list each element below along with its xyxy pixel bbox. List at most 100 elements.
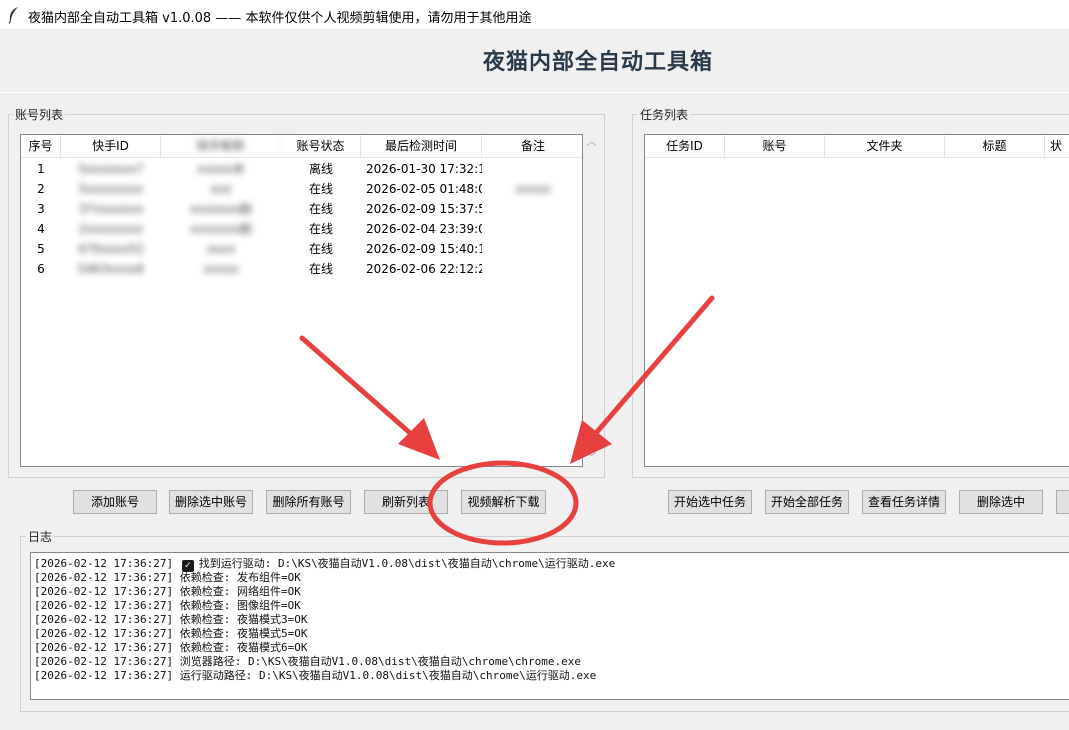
column-header-index[interactable]: 序号 <box>21 135 61 158</box>
column-header-account[interactable]: 账号 <box>725 135 825 158</box>
tasks-group-label: 任务列表 <box>638 106 691 123</box>
log-timestamp: [2026-02-12 17:36:27] <box>34 641 174 654</box>
log-message: 依赖检查: 夜猫模式5=OK <box>179 627 308 640</box>
log-timestamp: [2026-02-12 17:36:27] <box>34 627 174 640</box>
table-row[interactable]: 5 470xxxx52 xxxx 在线 2026-02-09 15:40:1 <box>21 239 582 259</box>
cell-index: 4 <box>37 222 45 236</box>
more-button[interactable] <box>1056 490 1069 514</box>
cell-status: 在线 <box>308 222 333 236</box>
scroll-down-icon[interactable]: ﹀ <box>583 450 600 467</box>
cell-ks-id: 5463xxxx6 <box>77 262 145 276</box>
log-message: 依赖检查: 发布组件=OK <box>179 571 301 584</box>
column-header-note[interactable]: 备注 <box>482 135 582 158</box>
cell-last-check: 2026-02-09 15:37:5 <box>366 202 482 216</box>
column-header-nickname[interactable]: 快手昵称 <box>161 135 281 158</box>
table-row[interactable]: 6 5463xxxx6 xxxxx 在线 2026-02-06 22:12:2 <box>21 259 582 279</box>
log-timestamp: [2026-02-12 17:36:27] <box>34 655 174 668</box>
scroll-up-icon[interactable]: ︿ <box>583 134 600 151</box>
log-message: 找到运行驱动: D:\KS\夜猫自动V1.0.08\dist\夜猫自动\chro… <box>198 557 616 570</box>
cell-last-check: 2026-02-04 23:39:0 <box>366 222 482 236</box>
log-lines: [2026-02-12 17:36:27] ✓ 找到运行驱动: D:\KS\夜猫自… <box>34 557 1069 683</box>
cell-ks-id: 37xxxxxxx <box>78 202 144 216</box>
cell-last-check: 2026-02-05 01:48:0 <box>366 182 482 196</box>
cell-index: 2 <box>37 182 45 196</box>
delete-selected-accounts-button[interactable]: 删除选中账号 <box>169 490 253 514</box>
cell-nickname: xxx <box>210 182 232 196</box>
cell-status: 在线 <box>308 182 333 196</box>
log-line: [2026-02-12 17:36:27] 依赖检查: 发布组件=OK <box>34 571 1069 585</box>
window-title: 夜猫内部全自动工具箱 v1.0.08 —— 本软件仅供个人视频剪辑使用，请勿用于… <box>28 11 532 26</box>
cell-status: 离线 <box>308 162 333 176</box>
column-header-title[interactable]: 标题 <box>945 135 1045 158</box>
tasks-table-header: 任务ID 账号 文件夹 标题 状 <box>645 135 1069 158</box>
log-line: [2026-02-12 17:36:27] 依赖检查: 夜猫模式5=OK <box>34 627 1069 641</box>
log-message: 运行驱动路径: D:\KS\夜猫自动V1.0.08\dist\夜猫自动\chro… <box>179 669 597 682</box>
cell-last-check: 2026-01-30 17:32:1 <box>366 162 482 176</box>
accounts-table[interactable]: 序号 快手ID 快手昵称 账号状态 最后检测时间 备注 1 5xxxxxxx7 xx… <box>20 134 583 467</box>
cell-nickname: xxxxx <box>203 262 239 276</box>
cell-ks-id: 5xxxxxxx7 <box>78 162 144 176</box>
accounts-scrollbar[interactable]: ︿ ﹀ <box>583 134 600 467</box>
cell-index: 5 <box>37 242 45 256</box>
log-message: 依赖检查: 夜猫模式3=OK <box>179 613 308 626</box>
cell-status: 在线 <box>308 262 333 276</box>
title-bar: 夜猫内部全自动工具箱 v1.0.08 —— 本软件仅供个人视频剪辑使用，请勿用于… <box>0 0 1069 30</box>
cell-note <box>482 159 582 179</box>
view-task-details-button[interactable]: 查看任务详情 <box>862 490 946 514</box>
log-output[interactable]: [2026-02-12 17:36:27] ✓ 找到运行驱动: D:\KS\夜猫自… <box>30 552 1069 700</box>
log-line: [2026-02-12 17:36:27] 运行驱动路径: D:\KS\夜猫自动… <box>34 669 1069 683</box>
delete-all-accounts-button[interactable]: 删除所有账号 <box>266 490 351 514</box>
log-line: [2026-02-12 17:36:27] 依赖检查: 夜猫模式6=OK <box>34 641 1069 655</box>
log-line: [2026-02-12 17:36:27] 依赖检查: 图像组件=OK <box>34 599 1069 613</box>
cell-last-check: 2026-02-09 15:40:1 <box>366 242 482 256</box>
cell-index: 1 <box>37 162 45 176</box>
column-header-status[interactable]: 账号状态 <box>281 135 361 158</box>
cell-nickname: xxxx <box>206 242 236 256</box>
column-header-ks-id[interactable]: 快手ID <box>61 135 161 158</box>
cell-note <box>482 219 582 239</box>
feather-icon <box>8 7 18 24</box>
table-row[interactable]: 4 2xxxxxxxx xxxxxxx剧 在线 2026-02-04 23:39:0 <box>21 219 582 239</box>
cell-ks-id: 5xxxxxxxx <box>78 182 144 196</box>
cell-index: 6 <box>37 262 45 276</box>
column-header-task-id[interactable]: 任务ID <box>645 135 725 158</box>
start-selected-tasks-button[interactable]: 开始选中任务 <box>668 490 752 514</box>
cell-ks-id: 470xxxx52 <box>77 242 145 256</box>
log-timestamp: [2026-02-12 17:36:27] <box>34 599 174 612</box>
cell-note <box>482 259 582 279</box>
log-timestamp: [2026-02-12 17:36:27] <box>34 669 174 682</box>
log-timestamp: [2026-02-12 17:36:27] <box>34 571 174 584</box>
log-message: 依赖检查: 图像组件=OK <box>179 599 301 612</box>
refresh-list-button[interactable]: 刷新列表 <box>364 490 448 514</box>
delete-selected-tasks-button[interactable]: 删除选中 <box>959 490 1043 514</box>
cell-note <box>482 239 582 259</box>
log-message: 依赖检查: 网络组件=OK <box>179 585 301 598</box>
table-row[interactable]: 3 37xxxxxxx xxxxxxx剧 在线 2026-02-09 15:37:5 <box>21 199 582 219</box>
log-line: [2026-02-12 17:36:27] 浏览器路径: D:\KS\夜猫自动V… <box>34 655 1069 669</box>
cell-note <box>482 199 582 219</box>
table-row[interactable]: 1 5xxxxxxx7 xxxxx米 离线 2026-01-30 17:32:1 <box>21 159 582 179</box>
log-timestamp: [2026-02-12 17:36:27] <box>34 557 174 570</box>
cell-note: xxxxx <box>515 182 551 196</box>
cell-nickname: xxxxxxx剧 <box>190 222 252 236</box>
column-header-status[interactable]: 状 <box>1045 135 1069 158</box>
cell-index: 3 <box>37 202 45 216</box>
table-row[interactable]: 2 5xxxxxxxx xxx 在线 2026-02-05 01:48:0 xxxxx <box>21 179 582 199</box>
column-header-last-check[interactable]: 最后检测时间 <box>361 135 482 158</box>
column-header-folder[interactable]: 文件夹 <box>825 135 945 158</box>
cell-nickname: xxxxx米 <box>197 162 245 176</box>
cell-status: 在线 <box>308 242 333 256</box>
log-group-label: 日志 <box>26 528 55 545</box>
add-account-button[interactable]: 添加账号 <box>73 490 157 514</box>
video-download-button[interactable]: 视频解析下载 <box>461 490 546 514</box>
log-line: [2026-02-12 17:36:27] 依赖检查: 夜猫模式3=OK <box>34 613 1069 627</box>
accounts-group-label: 账号列表 <box>13 106 66 123</box>
header-divider <box>0 92 1069 93</box>
cell-ks-id: 2xxxxxxxx <box>78 222 144 236</box>
cell-status: 在线 <box>308 202 333 216</box>
tasks-table[interactable]: 任务ID 账号 文件夹 标题 状 <box>644 134 1069 467</box>
start-all-tasks-button[interactable]: 开始全部任务 <box>765 490 849 514</box>
log-line: [2026-02-12 17:36:27] ✓ 找到运行驱动: D:\KS\夜猫自… <box>34 557 1069 572</box>
log-timestamp: [2026-02-12 17:36:27] <box>34 585 174 598</box>
log-message: 依赖检查: 夜猫模式6=OK <box>179 641 308 654</box>
